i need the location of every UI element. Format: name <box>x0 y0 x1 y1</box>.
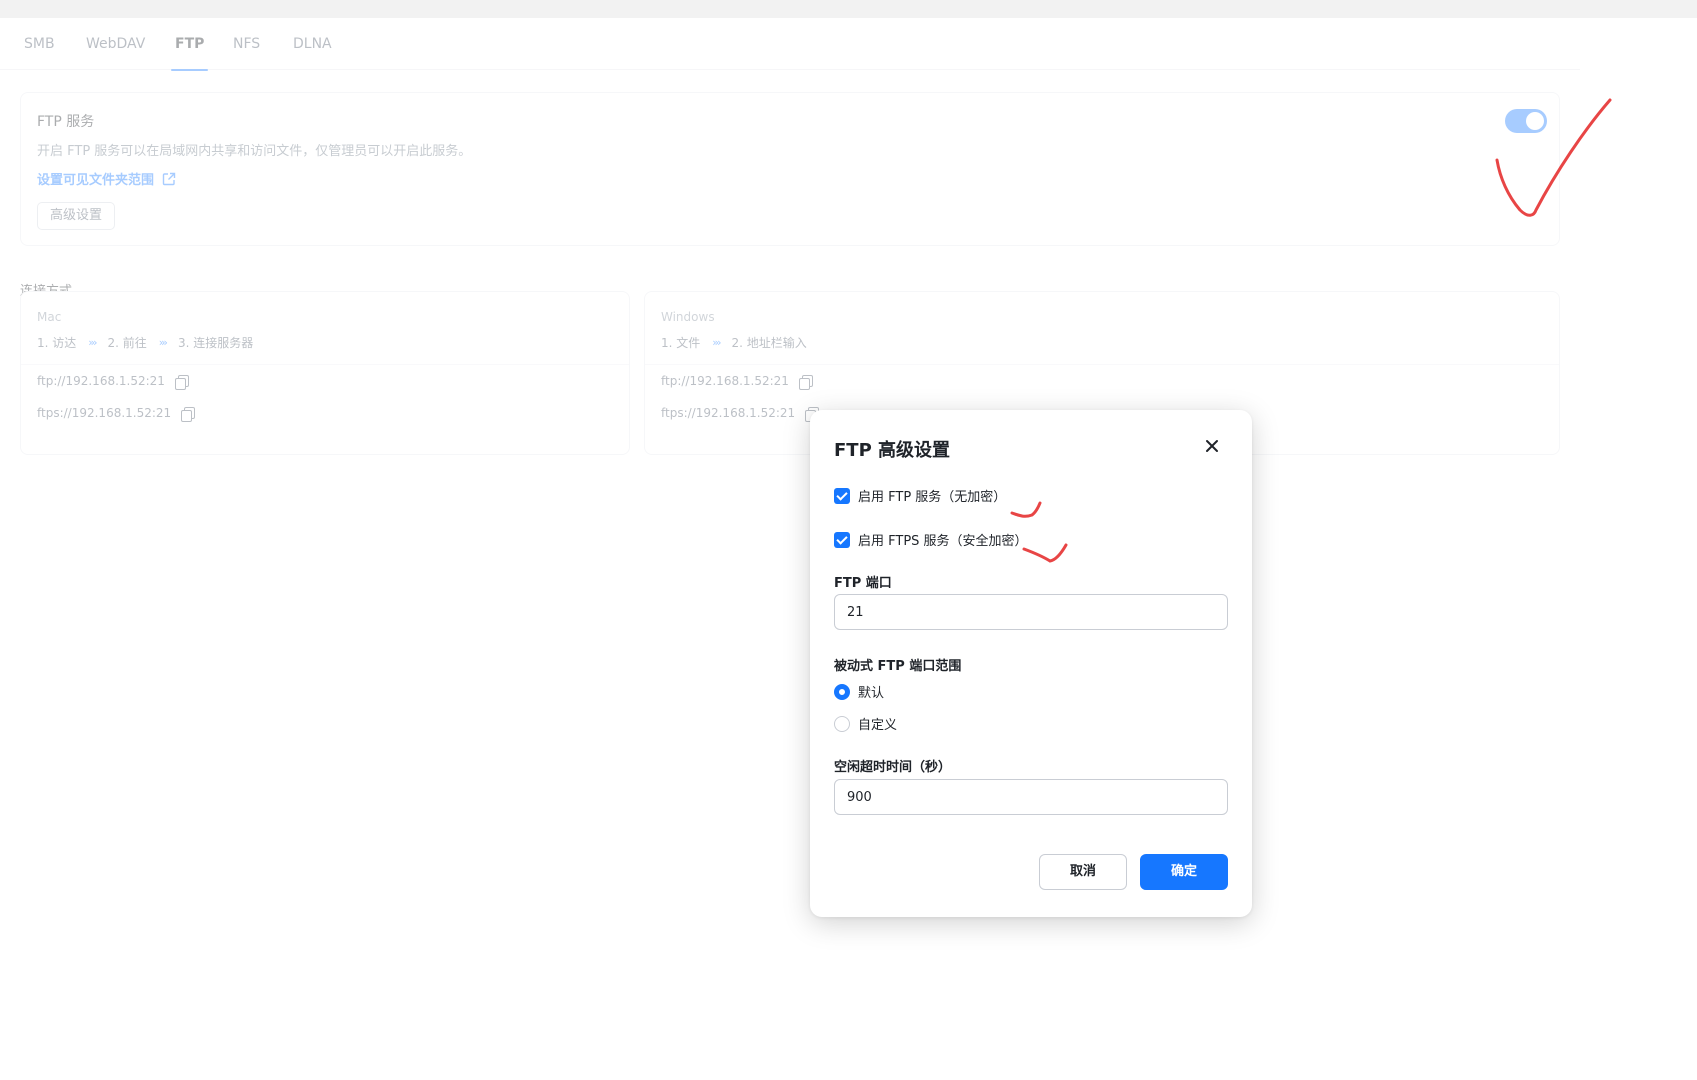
address-text: ftp://192.168.1.52:21 <box>661 374 789 388</box>
tab-bar: SMB WebDAV FTP NFS DLNA <box>0 18 1580 71</box>
tab-dlna[interactable]: DLNA <box>293 36 332 70</box>
passive-default-radio[interactable] <box>834 683 850 700</box>
step-arrow-icon: ››› <box>88 336 97 349</box>
confirm-button[interactable]: 确定 <box>1140 854 1228 890</box>
passive-default-option[interactable]: 默认 <box>834 682 884 701</box>
enable-ftps-checkbox[interactable] <box>834 531 850 548</box>
dialog-title: FTP 高级设置 <box>834 440 951 461</box>
passive-custom-radio[interactable] <box>834 715 850 732</box>
ftp-service-card: FTP 服务 开启 FTP 服务可以在局域网内共享和访问文件，仅管理员可以开启此… <box>20 92 1560 246</box>
tab-nfs[interactable]: NFS <box>233 36 260 70</box>
enable-ftps-option[interactable]: 启用 FTPS 服务（安全加密） <box>834 530 1028 549</box>
tab-ftp[interactable]: FTP <box>170 36 209 71</box>
enable-ftp-label: 启用 FTP 服务（无加密） <box>858 490 1007 505</box>
mac-step: 2. 前往 <box>107 336 147 350</box>
enable-ftp-option[interactable]: 启用 FTP 服务（无加密） <box>834 486 1006 505</box>
mac-connection-card: Mac 1. 访达 ››› 2. 前往 ››› 3. 连接服务器 ftp://1… <box>20 291 630 455</box>
passive-custom-option[interactable]: 自定义 <box>834 714 897 733</box>
step-arrow-icon: ››› <box>158 336 168 349</box>
address-text: ftp://192.168.1.52:21 <box>37 374 165 388</box>
visible-folder-link[interactable]: 设置可见文件夹范围 <box>37 169 176 188</box>
address-text: ftps://192.168.1.52:21 <box>661 406 796 420</box>
top-strip <box>0 0 1697 18</box>
service-description: 开启 FTP 服务可以在局域网内共享和访问文件，仅管理员可以开启此服务。 <box>37 144 472 159</box>
mac-steps: 1. 访达 ››› 2. 前往 ››› 3. 连接服务器 <box>37 334 253 351</box>
ftp-port-input[interactable] <box>834 594 1228 630</box>
toggle-knob <box>1526 112 1544 130</box>
advanced-settings-button[interactable]: 高级设置 <box>37 202 116 230</box>
visible-folder-link-label: 设置可见文件夹范围 <box>37 173 155 188</box>
mac-step: 1. 访达 <box>37 336 77 350</box>
ftp-advanced-settings-dialog: FTP 高级设置 启用 FTP 服务（无加密） 启用 FTPS 服务（安全加密）… <box>810 410 1252 917</box>
divider <box>21 364 629 365</box>
passive-custom-label: 自定义 <box>858 718 898 733</box>
tab-webdav[interactable]: WebDAV <box>86 36 145 70</box>
divider <box>645 364 1559 365</box>
enable-ftps-label: 启用 FTPS 服务（安全加密） <box>858 534 1028 549</box>
enable-ftp-checkbox[interactable] <box>834 487 850 504</box>
address-text: ftps://192.168.1.52:21 <box>37 406 172 420</box>
mac-ftps-address: ftps://192.168.1.52:21 <box>37 406 196 422</box>
service-title: FTP 服务 <box>37 114 95 130</box>
windows-step: 2. 地址栏输入 <box>731 336 807 350</box>
windows-os-label: Windows <box>661 310 715 324</box>
windows-steps: 1. 文件 ››› 2. 地址栏输入 <box>661 334 807 351</box>
windows-ftps-address: ftps://192.168.1.52:21 <box>661 406 820 422</box>
cancel-button[interactable]: 取消 <box>1039 854 1127 890</box>
ftp-service-toggle[interactable] <box>1505 109 1547 133</box>
tab-smb[interactable]: SMB <box>24 36 55 70</box>
passive-default-label: 默认 <box>858 686 885 701</box>
copy-icon[interactable] <box>181 407 196 422</box>
windows-step: 1. 文件 <box>661 336 701 350</box>
copy-icon[interactable] <box>798 375 813 390</box>
idle-timeout-label: 空闲超时时间（秒） <box>834 760 952 775</box>
windows-ftp-address: ftp://192.168.1.52:21 <box>661 374 813 390</box>
close-icon[interactable] <box>1202 436 1222 456</box>
step-arrow-icon: ››› <box>712 336 721 349</box>
mac-os-label: Mac <box>37 310 62 324</box>
idle-timeout-input[interactable] <box>834 779 1228 815</box>
mac-step: 3. 连接服务器 <box>177 336 254 350</box>
passive-range-label: 被动式 FTP 端口范围 <box>834 659 962 674</box>
mac-ftp-address: ftp://192.168.1.52:21 <box>37 374 189 390</box>
ftp-port-label: FTP 端口 <box>834 576 892 591</box>
copy-icon[interactable] <box>174 375 189 390</box>
external-link-icon <box>162 172 176 185</box>
